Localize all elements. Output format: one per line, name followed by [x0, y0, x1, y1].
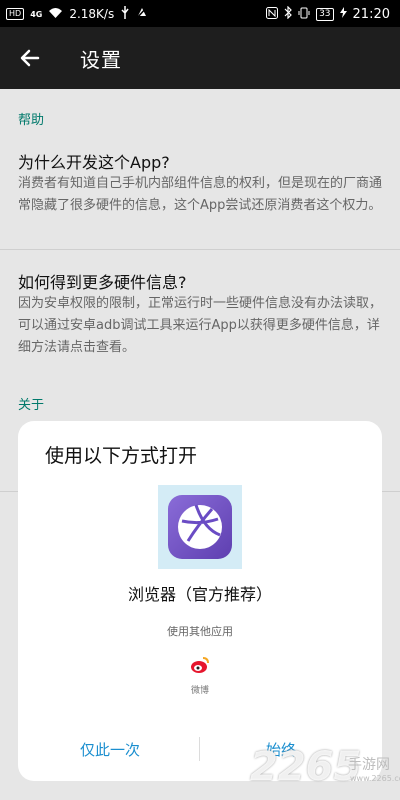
- help-item-title[interactable]: 为什么开发这个App?: [18, 149, 170, 173]
- vibrate-icon: [298, 7, 310, 22]
- section-header-about: 关于: [18, 398, 45, 413]
- notification-muted-icon: [136, 6, 148, 22]
- usb-icon: [120, 6, 130, 22]
- back-arrow-icon[interactable]: [18, 45, 44, 71]
- recommended-app-name: 浏览器（官方推荐）: [127, 585, 272, 604]
- hd-badge: HD: [6, 8, 25, 20]
- bluetooth-icon: [284, 5, 292, 22]
- watermark-number: 2265: [250, 744, 362, 790]
- section-header-help: 帮助: [18, 113, 45, 128]
- watermark-text: 手游网: [348, 757, 390, 773]
- just-once-button[interactable]: 仅此一次: [80, 739, 140, 760]
- battery-charging-icon: [339, 7, 347, 21]
- help-item-desc: 消费者有知道自己手机内部组件信息的权利，但是现在的厂商通常隐藏了很多硬件的信息，…: [18, 176, 383, 213]
- app-bar: 设置: [0, 27, 400, 89]
- clock: 21:20: [352, 6, 390, 22]
- other-apps-label: 使用其他应用: [167, 625, 233, 638]
- status-bar: HD 4G 2.18K/s 33 21:20: [0, 0, 400, 27]
- watermark-url: www.2265.com: [350, 774, 400, 783]
- help-item-title[interactable]: 如何得到更多硬件信息?: [18, 269, 187, 293]
- recommended-app-tile[interactable]: [158, 485, 242, 569]
- watermark: 2265 手游网 www.2265.com: [250, 744, 400, 794]
- divider: [0, 249, 400, 250]
- dialog-title: 使用以下方式打开: [45, 445, 198, 467]
- wifi-icon: [48, 7, 63, 22]
- weibo-app-icon[interactable]: [189, 654, 211, 676]
- open-with-dialog: 使用以下方式打开 浏览器（官方推荐） 使用其他应用 微博 仅此一次 始终: [18, 421, 382, 781]
- page-title: 设置: [80, 48, 122, 72]
- help-item-desc: 因为安卓权限的限制，正常运行时一些硬件信息没有办法读取，可以通过安卓adb调试工…: [18, 296, 383, 355]
- battery-level: 33: [316, 7, 334, 21]
- nfc-icon: [266, 6, 279, 22]
- network-4g-icon: 4G: [30, 9, 43, 19]
- weibo-app-name: 微博: [190, 686, 209, 696]
- button-divider: [199, 737, 200, 761]
- browser-app-icon: [168, 495, 232, 559]
- network-speed: 2.18K/s: [69, 7, 115, 21]
